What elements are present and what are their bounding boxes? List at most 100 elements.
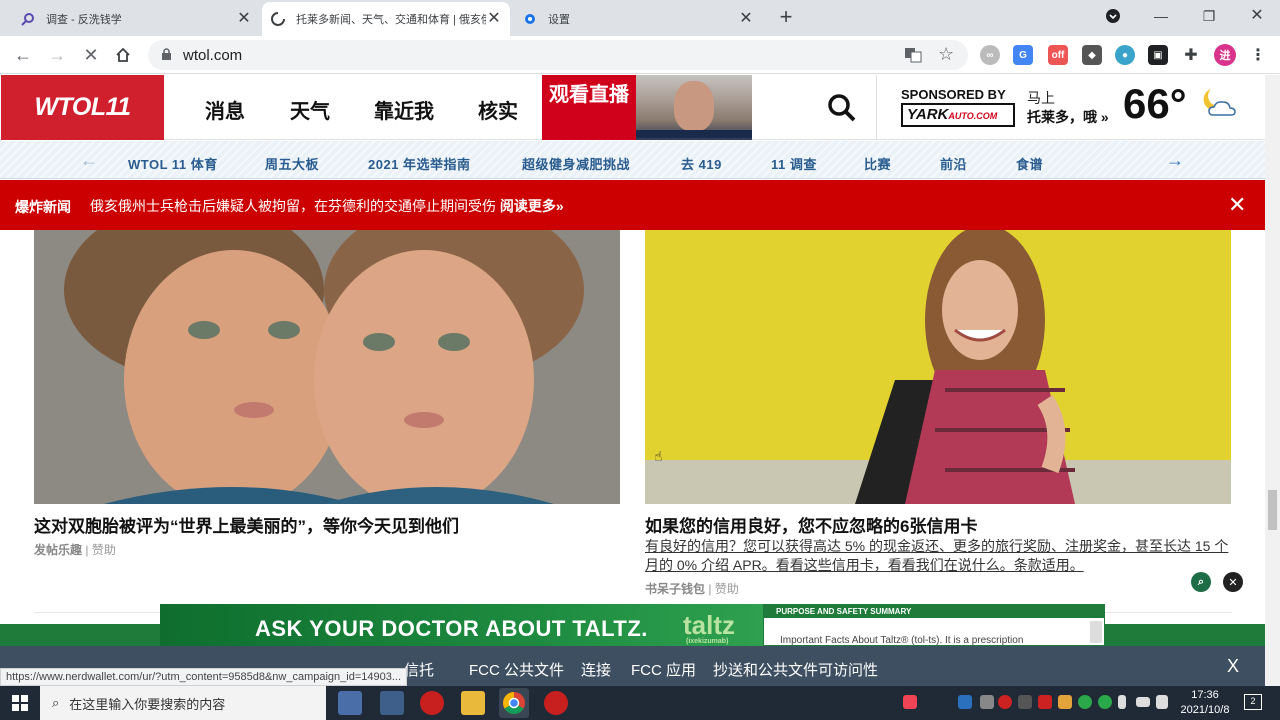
site-header: WTOL11 消息 天气 靠近我 核实 观看直播 SPONSORED BY YA… <box>0 75 1280 140</box>
sponsored-by-label: SPONSORED BY <box>901 87 1006 102</box>
tray-icon[interactable] <box>1018 695 1032 709</box>
adchoices-icon[interactable]: ⌕ <box>1191 572 1211 592</box>
address-bar[interactable]: wtol.com ☆ <box>148 40 968 70</box>
record-icon[interactable] <box>998 695 1012 709</box>
tray-icon[interactable] <box>1058 695 1072 709</box>
taltz-ad[interactable]: ASK YOUR DOCTOR ABOUT TALTZ. taltz (ixeki… <box>160 604 763 646</box>
close-icon[interactable]: ✕ <box>1228 192 1246 218</box>
microphone-icon[interactable] <box>1118 695 1126 709</box>
media-icon[interactable]: ▣ <box>1148 45 1168 65</box>
system-clock[interactable]: 17:36 2021/10/8 <box>1175 688 1235 718</box>
subnav-fitness[interactable]: 超级健身减肥挑战 <box>522 154 630 173</box>
wechat-icon[interactable] <box>1098 695 1112 709</box>
tab-title: 设置 <box>548 14 570 26</box>
puzzle-icon[interactable]: ✚ <box>1181 45 1201 65</box>
shield-icon[interactable] <box>958 695 972 709</box>
home-button[interactable] <box>110 42 136 68</box>
article-description[interactable]: 有良好的信用？您可以获得高达 5% 的现金返还、更多的旅行奖励、注册奖金，甚至长… <box>645 537 1230 575</box>
tray-icon[interactable] <box>980 695 994 709</box>
new-tab-button[interactable]: + <box>774 6 798 30</box>
taskbar-search-input[interactable]: ⌕ 在这里输入你要搜索的内容 <box>40 686 326 720</box>
back-button[interactable]: ← <box>10 42 36 68</box>
volume-icon[interactable] <box>1156 695 1168 709</box>
stop-button[interactable]: ✕ <box>78 42 104 68</box>
tab-wtol[interactable]: 托莱多新闻、天气、交通和体育 | 俄亥俄 ✕ <box>262 2 510 36</box>
read-more-link[interactable]: 阅读更多» <box>500 198 564 214</box>
breaking-text[interactable]: 俄亥俄州士兵枪击后嫌疑人被拘留，在芬德利的交通停止期间受伤 阅读更多» <box>90 196 564 216</box>
nav-weather[interactable]: 天气 <box>290 95 330 124</box>
window-close-button[interactable]: ✕ <box>1234 0 1280 32</box>
tab-search-icon[interactable] <box>1090 0 1136 32</box>
translate-extension-icon[interactable]: G <box>1013 45 1033 65</box>
ad-panel-header: PURPOSE AND SAFETY SUMMARY <box>764 605 1104 618</box>
article-headline[interactable]: 这对双胞胎被评为“世界上最美丽的”，等你今天见到他们 <box>34 512 459 537</box>
subnav-recipes[interactable]: 食谱 <box>1016 154 1043 173</box>
close-icon[interactable]: ✕ <box>738 11 754 27</box>
battery-icon[interactable] <box>1136 697 1150 707</box>
arrow-right-icon[interactable]: → <box>1166 150 1184 171</box>
weather-location: 托莱多，哦 » <box>1027 109 1109 125</box>
footer-link-connect[interactable]: 连接 <box>581 659 611 680</box>
restore-button[interactable]: ❐ <box>1186 0 1232 32</box>
page-scrollbar[interactable] <box>1265 75 1280 686</box>
footer-close-button[interactable]: X <box>1227 656 1239 677</box>
weather-sponsor[interactable]: SPONSORED BY YARKAUTO.COM 马上 托莱多，哦 » 66° <box>876 75 1280 140</box>
twins-photo[interactable] <box>34 230 620 504</box>
woman-shopping-photo[interactable] <box>645 230 1231 504</box>
footer-link-fcc-file[interactable]: FCC 公共文件 <box>469 659 564 680</box>
subnav-election[interactable]: 2021 年选举指南 <box>368 154 471 173</box>
browser-toolbar: ← → ✕ wtol.com ☆ ∞ G off ◆ ● ▣ ✚ 进 ⋮ <box>0 36 1280 74</box>
subnav-sports[interactable]: WTOL 11 体育 <box>128 154 218 173</box>
tab-investigation[interactable]: 调查 - 反洗钱学 ✕ <box>12 2 260 36</box>
subnav-frontier[interactable]: 前沿 <box>940 154 967 173</box>
weather-now-label: 马上 <box>1027 90 1055 106</box>
bookmark-star-icon[interactable]: ☆ <box>938 44 954 65</box>
scrollbar-thumb[interactable] <box>1268 490 1277 530</box>
menu-icon[interactable]: ⋮ <box>1248 45 1268 65</box>
watch-live-button[interactable]: 观看直播 <box>542 75 636 140</box>
tray-icon[interactable] <box>903 695 917 709</box>
calculator-icon[interactable] <box>380 691 404 715</box>
forward-button[interactable]: → <box>44 42 70 68</box>
close-icon[interactable]: ✕ <box>486 11 502 27</box>
notification-icon[interactable]: 2 <box>1244 694 1262 710</box>
subnav-contests[interactable]: 比赛 <box>864 154 891 173</box>
windows-start-icon[interactable] <box>0 686 40 720</box>
chrome-icon[interactable] <box>499 688 529 718</box>
tray-icon[interactable] <box>1038 695 1052 709</box>
nav-near-me[interactable]: 靠近我 <box>374 95 434 124</box>
shield-icon[interactable]: ◆ <box>1082 45 1102 65</box>
nav-verify[interactable]: 核实 <box>478 95 518 124</box>
translate-icon[interactable] <box>904 46 922 69</box>
tab-settings[interactable]: 设置 ✕ <box>514 2 762 36</box>
article-source: 书呆子钱包 | 赞助 <box>645 582 739 596</box>
live-thumbnail[interactable] <box>636 75 752 140</box>
subnav-friday[interactable]: 周五大板 <box>265 154 319 173</box>
search-icon[interactable] <box>826 92 858 124</box>
footer-link-fcc-app[interactable]: FCC 应用 <box>631 659 696 680</box>
extension-icon[interactable]: ∞ <box>980 45 1000 65</box>
record-icon[interactable] <box>420 691 444 715</box>
subnav-investigates[interactable]: 11 调查 <box>771 154 817 173</box>
ad-safety-panel[interactable]: PURPOSE AND SAFETY SUMMARY Important Fac… <box>763 604 1105 646</box>
arrow-left-icon[interactable]: ← <box>80 150 98 171</box>
breaking-news-bar[interactable]: 爆炸新闻 俄亥俄州士兵枪击后嫌疑人被拘留，在芬德利的交通停止期间受伤 阅读更多»… <box>0 180 1265 230</box>
location-icon[interactable]: ● <box>1115 45 1135 65</box>
article-headline[interactable]: 如果您的信用良好，您不应忽略的6张信用卡 <box>645 512 977 537</box>
wechat-icon[interactable] <box>1078 695 1092 709</box>
wtol-logo[interactable]: WTOL11 <box>1 75 164 140</box>
close-icon[interactable]: ✕ <box>236 11 252 27</box>
file-explorer-icon[interactable] <box>461 691 485 715</box>
record-icon[interactable] <box>544 691 568 715</box>
search-icon: ⌕ <box>52 695 60 710</box>
ad-panel-scrollbar[interactable] <box>1090 621 1102 643</box>
subnav-419[interactable]: 去 419 <box>681 154 722 173</box>
avatar[interactable]: 进 <box>1214 44 1236 66</box>
taskbar-app-icon[interactable] <box>338 691 362 715</box>
close-icon[interactable]: ✕ <box>1223 572 1243 592</box>
footer-link-trust[interactable]: 信托 <box>404 659 434 680</box>
off-extension-icon[interactable]: off <box>1048 45 1068 65</box>
minimize-button[interactable]: — <box>1138 0 1184 32</box>
nav-news[interactable]: 消息 <box>205 95 245 124</box>
footer-link-accessibility[interactable]: 抄送和公共文件可访问性 <box>713 659 878 680</box>
